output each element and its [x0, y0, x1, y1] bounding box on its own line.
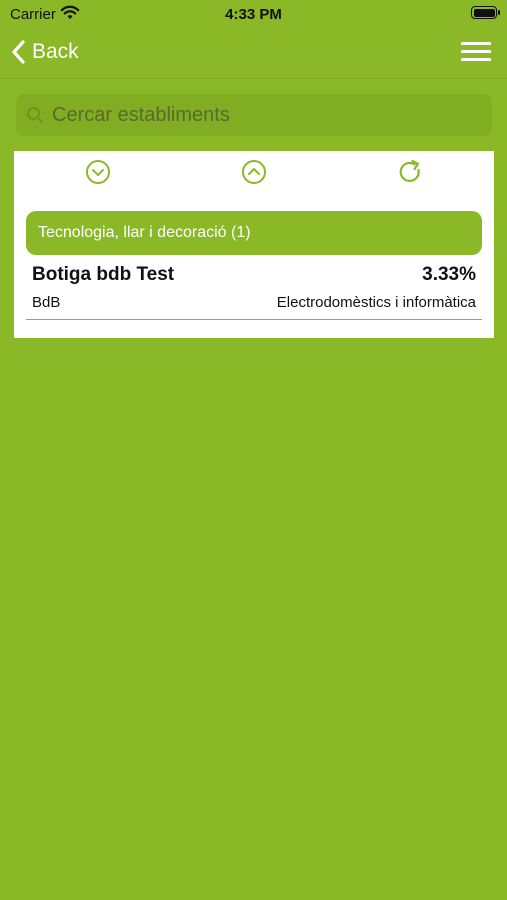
- category-label: Tecnologia, llar i decoració (1): [38, 224, 251, 241]
- hamburger-menu-icon[interactable]: [461, 42, 491, 64]
- search-icon: [27, 107, 43, 123]
- collapse-all-icon[interactable]: [241, 159, 267, 185]
- battery-icon: [471, 6, 500, 19]
- store-brand: BdB: [32, 294, 61, 311]
- store-list-panel: Tecnologia, llar i decoració (1) Botiga …: [14, 151, 494, 338]
- back-label: Back: [32, 40, 79, 63]
- expand-all-icon[interactable]: [85, 159, 111, 185]
- store-percentage: 3.33%: [422, 264, 476, 285]
- search-bar[interactable]: [16, 94, 492, 136]
- store-row[interactable]: Botiga bdb Test 3.33% BdB Electrodomèsti…: [26, 261, 482, 320]
- refresh-icon[interactable]: [397, 159, 423, 185]
- navigation-bar: Back: [0, 28, 507, 79]
- clock: 4:33 PM: [225, 6, 282, 23]
- search-input[interactable]: [50, 102, 474, 128]
- back-button[interactable]: Back: [10, 36, 79, 68]
- status-bar: Carrier 4:33 PM: [0, 0, 507, 28]
- category-header[interactable]: Tecnologia, llar i decoració (1): [26, 211, 482, 255]
- store-category: Electrodomèstics i informàtica: [276, 294, 476, 311]
- chevron-left-icon: [12, 40, 25, 64]
- store-name: Botiga bdb Test: [32, 264, 175, 285]
